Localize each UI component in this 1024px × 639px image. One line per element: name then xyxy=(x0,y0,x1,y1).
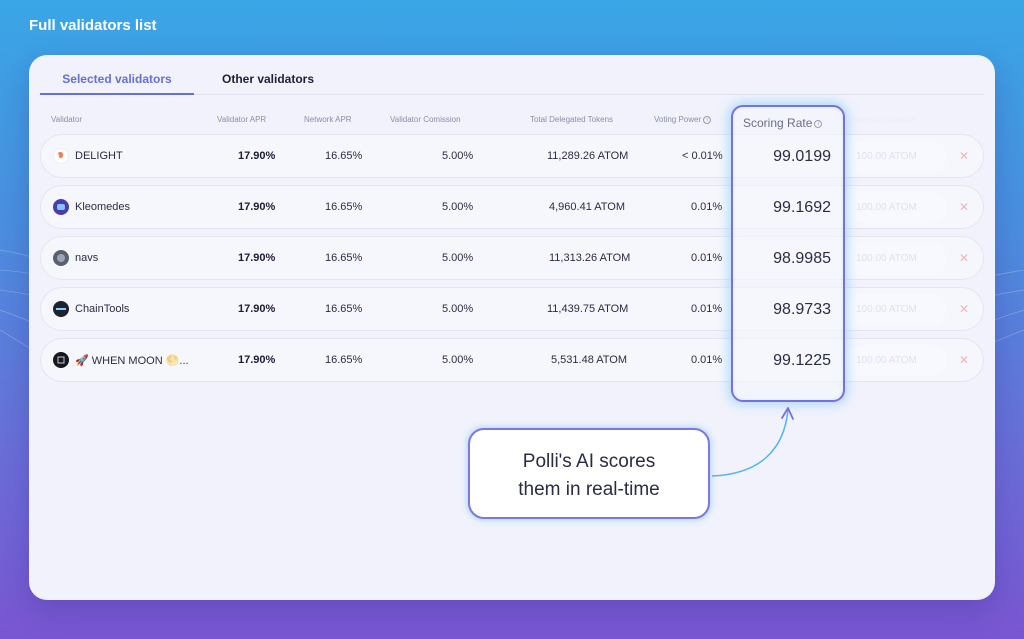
scoring-rate-value: 99.0199 xyxy=(773,148,831,165)
col-delegation-amount: Delegation Amount xyxy=(848,115,916,124)
delegation-amount-input[interactable]: 100.00 ATOM xyxy=(847,243,947,274)
commission: 5.00% xyxy=(442,201,474,213)
col-network-apr: Network APR xyxy=(304,115,352,124)
delegation-amount-input[interactable]: 100.00 ATOM xyxy=(847,294,947,325)
validator-name[interactable]: navs xyxy=(75,252,98,264)
scoring-rate-value: 98.9985 xyxy=(773,250,831,267)
col-validator-apr: Validator APR xyxy=(217,115,267,124)
total-delegated: 11,289.26 ATOM xyxy=(547,150,629,162)
scoring-rate-value: 98.9733 xyxy=(773,301,831,318)
tab-other-validators[interactable]: Other validators xyxy=(222,72,314,86)
voting-power: 0.01% xyxy=(691,354,723,366)
scoring-rate-value: 99.1225 xyxy=(773,352,831,369)
col-voting-power: Voting Power i xyxy=(654,115,712,124)
total-delegated: 4,960.41 ATOM xyxy=(549,201,626,213)
validator-avatar xyxy=(53,199,69,215)
voting-power: < 0.01% xyxy=(682,150,723,162)
delegation-amount-input[interactable]: 100.00 ATOM xyxy=(847,345,947,376)
commission: 5.00% xyxy=(442,150,474,162)
voting-power: 0.01% xyxy=(691,252,723,264)
validator-apr: 17.90% xyxy=(238,303,276,315)
validator-name[interactable]: ChainTools xyxy=(75,303,129,315)
validator-avatar xyxy=(53,301,69,317)
info-icon[interactable]: i xyxy=(814,119,823,128)
network-apr: 16.65% xyxy=(325,354,363,366)
page-title: Full validators list xyxy=(29,17,157,34)
info-icon[interactable]: i xyxy=(703,115,712,124)
validator-apr: 17.90% xyxy=(238,252,276,264)
validator-avatar xyxy=(53,250,69,266)
delegation-amount-input[interactable]: 100.00 ATOM xyxy=(847,192,947,223)
col-voting-power-label: Voting Power xyxy=(654,115,702,124)
callout-line-1: Polli's AI scores xyxy=(522,451,656,472)
validator-name[interactable]: 🚀 WHEN MOON 🌕... xyxy=(75,354,189,367)
network-apr: 16.65% xyxy=(325,150,363,162)
network-apr: 16.65% xyxy=(325,303,363,315)
network-apr: 16.65% xyxy=(325,252,363,264)
commission: 5.00% xyxy=(442,354,474,366)
callout-arrow xyxy=(711,407,794,477)
total-delegated: 11,439.75 ATOM xyxy=(547,303,629,315)
commission: 5.00% xyxy=(442,252,474,264)
close-icon[interactable]: ✕ xyxy=(959,302,969,316)
callout-box: Polli's AI scores them in real-time xyxy=(468,428,710,519)
delegation-amount-input[interactable]: 100.00 ATOM xyxy=(847,141,947,172)
tab-bar: Selected validators Other validators xyxy=(40,67,984,95)
validator-apr: 17.90% xyxy=(238,354,276,366)
close-icon[interactable]: ✕ xyxy=(959,149,969,163)
col-total-delegated: Total Delegated Tokens xyxy=(530,115,614,124)
col-commission: Validator Comission xyxy=(390,115,461,124)
validator-apr: 17.90% xyxy=(238,150,276,162)
validator-name[interactable]: DELIGHT xyxy=(75,150,123,162)
total-delegated: 11,313.26 ATOM xyxy=(549,252,631,264)
validator-name[interactable]: Kleomedes xyxy=(75,201,130,213)
col-scoring-rate: Scoring Rate i xyxy=(743,116,823,130)
validator-avatar xyxy=(53,148,69,164)
voting-power: 0.01% xyxy=(691,303,723,315)
col-validator: Validator xyxy=(51,115,82,124)
scoring-rate-value: 99.1692 xyxy=(773,199,831,216)
total-delegated: 5,531.48 ATOM xyxy=(551,354,628,366)
close-icon[interactable]: ✕ xyxy=(959,200,969,214)
close-icon[interactable]: ✕ xyxy=(959,251,969,265)
callout-line-2: them in real-time xyxy=(518,479,660,500)
col-scoring-rate-label: Scoring Rate xyxy=(743,116,813,130)
validator-apr: 17.90% xyxy=(238,201,276,213)
scoring-rate-column: Scoring Rate i 99.0199 99.1692 98.9985 98… xyxy=(731,105,845,402)
tab-selected-validators[interactable]: Selected validators xyxy=(40,72,194,95)
network-apr: 16.65% xyxy=(325,201,363,213)
voting-power: 0.01% xyxy=(691,201,723,213)
validator-avatar xyxy=(53,352,69,368)
commission: 5.00% xyxy=(442,303,474,315)
close-icon[interactable]: ✕ xyxy=(959,353,969,367)
